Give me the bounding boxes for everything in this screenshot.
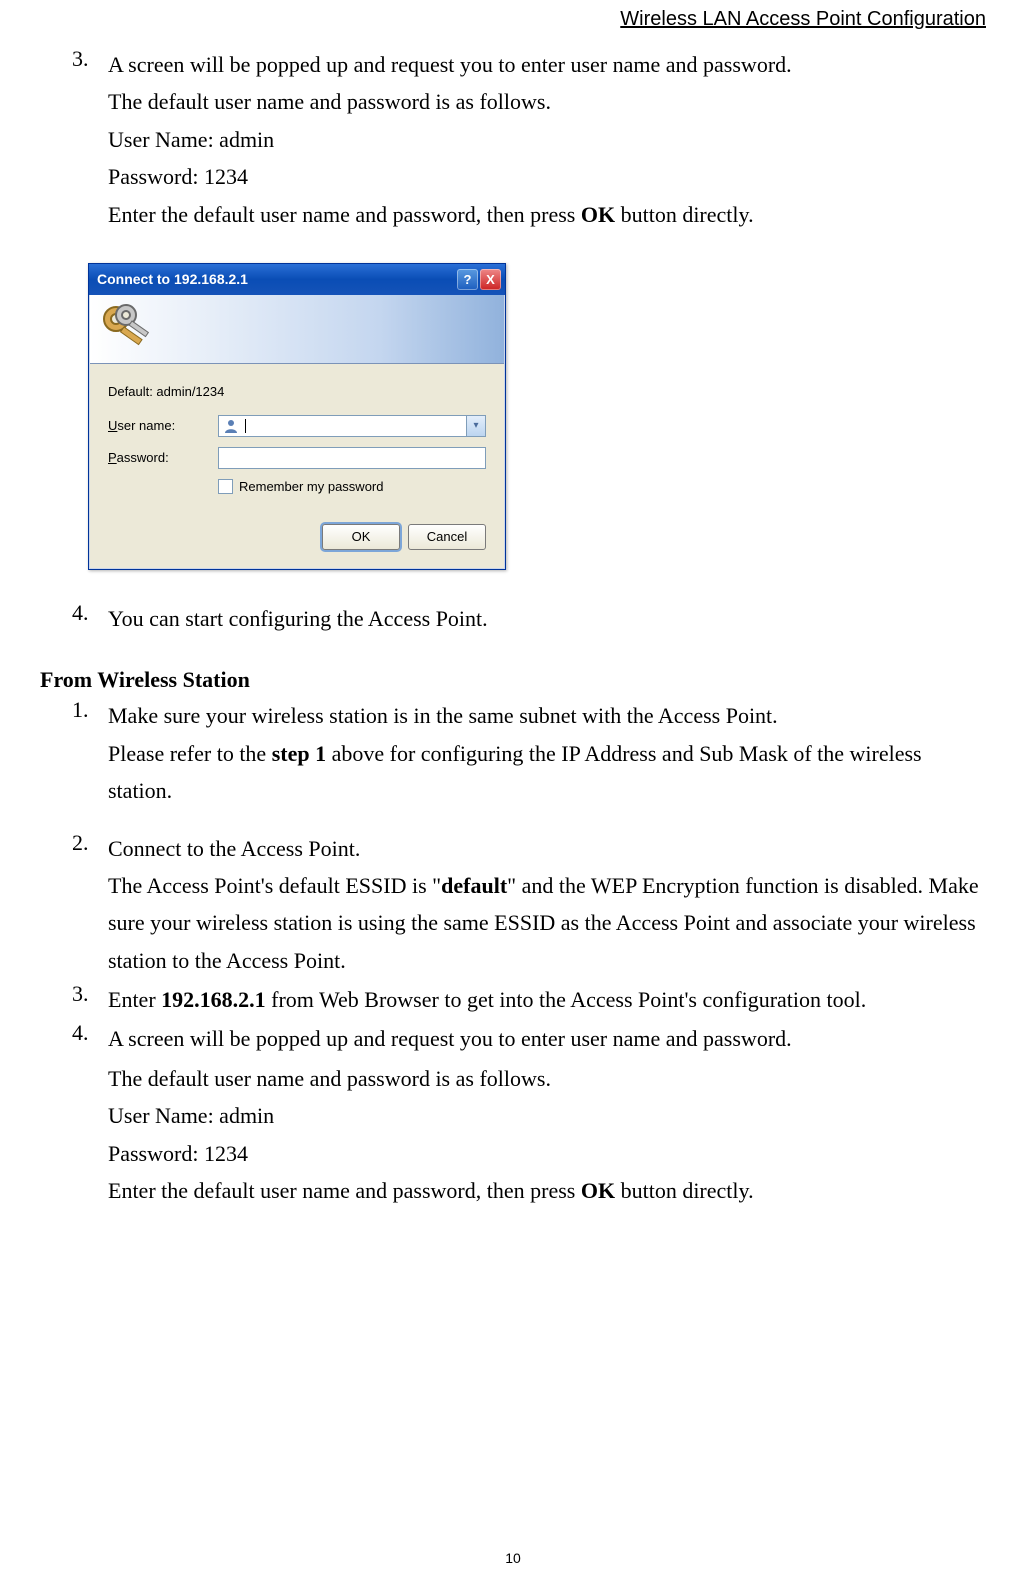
help-button[interactable]: ? bbox=[457, 269, 478, 290]
keys-icon bbox=[98, 301, 158, 356]
cancel-button[interactable]: Cancel bbox=[408, 524, 486, 550]
page-number: 10 bbox=[0, 1550, 1026, 1566]
step-text: Enter bbox=[108, 987, 161, 1012]
password-input[interactable] bbox=[218, 447, 486, 469]
user-icon bbox=[223, 418, 239, 434]
step-number: 2. bbox=[68, 830, 108, 980]
step-text: Connect to the Access Point. bbox=[108, 836, 360, 861]
username-input[interactable]: ▾ bbox=[218, 415, 486, 437]
step-number: 3. bbox=[68, 46, 108, 233]
step-number: 3. bbox=[68, 981, 108, 1018]
ok-emphasis: OK bbox=[581, 1178, 615, 1203]
essid-default: default bbox=[441, 873, 507, 898]
step-text: You can start configuring the Access Poi… bbox=[108, 606, 488, 631]
dialog-banner bbox=[90, 295, 504, 364]
step-text: Enter the default user name and password… bbox=[108, 202, 581, 227]
step-text: User Name: admin bbox=[108, 1103, 274, 1128]
step-text: User Name: admin bbox=[108, 127, 274, 152]
step-number: 4. bbox=[68, 600, 108, 637]
dialog-titlebar: Connect to 192.168.2.1 ? X bbox=[89, 264, 505, 295]
step-3: 3. A screen will be popped up and reques… bbox=[68, 46, 986, 233]
step-text: The Access Point's default ESSID is " bbox=[108, 873, 441, 898]
step-text: Password: 1234 bbox=[108, 164, 248, 189]
step-text: Enter the default user name and password… bbox=[108, 1178, 581, 1203]
step-text: button directly. bbox=[615, 1178, 754, 1203]
username-label: User name: bbox=[108, 418, 218, 433]
dropdown-arrow-icon[interactable]: ▾ bbox=[466, 416, 485, 436]
auth-dialog: Connect to 192.168.2.1 ? X bbox=[88, 263, 506, 570]
remember-checkbox[interactable] bbox=[218, 479, 233, 494]
ws-step-2: 2. Connect to the Access Point. The Acce… bbox=[68, 830, 986, 980]
page-header: Wireless LAN Access Point Configuration bbox=[0, 0, 1026, 31]
step-4: 4. You can start configuring the Access … bbox=[68, 600, 986, 637]
ok-emphasis: OK bbox=[581, 202, 615, 227]
dialog-title: Connect to 192.168.2.1 bbox=[97, 271, 455, 287]
password-label: Password: bbox=[108, 450, 218, 465]
step-text: The default user name and password is as… bbox=[108, 1066, 551, 1091]
step-number: 1. bbox=[68, 697, 108, 809]
step-text: A screen will be popped up and request y… bbox=[108, 52, 792, 77]
ip-address: 192.168.2.1 bbox=[161, 987, 266, 1012]
step-text: A screen will be popped up and request y… bbox=[108, 1026, 792, 1051]
section-heading: From Wireless Station bbox=[40, 667, 986, 693]
step-ref: step 1 bbox=[272, 741, 326, 766]
ws-step-3: 3. Enter 192.168.2.1 from Web Browser to… bbox=[68, 981, 986, 1018]
remember-label: Remember my password bbox=[239, 479, 384, 494]
step-text: The default user name and password is as… bbox=[108, 89, 551, 114]
step-text: Make sure your wireless station is in th… bbox=[108, 703, 778, 728]
close-button[interactable]: X bbox=[480, 269, 501, 290]
step-text: button directly. bbox=[615, 202, 754, 227]
text-cursor bbox=[245, 419, 246, 433]
ok-button[interactable]: OK bbox=[322, 524, 400, 550]
step-text: Password: 1234 bbox=[108, 1141, 248, 1166]
step-text: Please refer to the bbox=[108, 741, 272, 766]
ws-step-1: 1. Make sure your wireless station is in… bbox=[68, 697, 986, 809]
ws-step-4: 4. A screen will be popped up and reques… bbox=[68, 1020, 986, 1057]
step-text: from Web Browser to get into the Access … bbox=[266, 987, 867, 1012]
realm-text: Default: admin/1234 bbox=[108, 384, 486, 399]
step-number: 4. bbox=[68, 1020, 108, 1057]
